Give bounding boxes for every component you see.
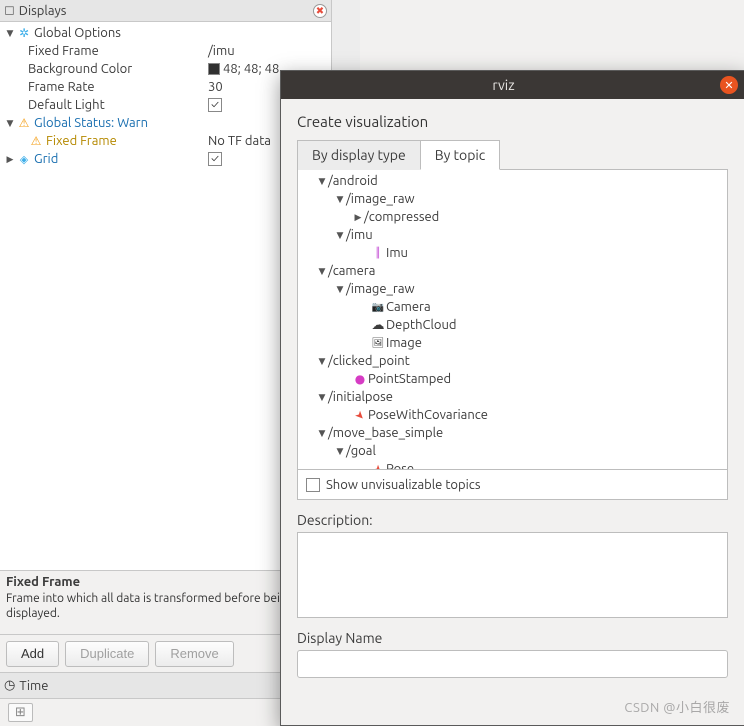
close-icon[interactable]: ✖: [313, 4, 327, 18]
type-pointstamped[interactable]: PointStamped: [368, 372, 451, 386]
chevron-down-icon[interactable]: ▼: [316, 176, 328, 187]
global-status-label: Global Status: Warn: [34, 116, 148, 130]
restore-icon[interactable]: ◻: [4, 3, 15, 18]
displays-titlebar: ◻ Displays ✖: [0, 0, 331, 22]
dialog-titlebar[interactable]: rviz ✕: [281, 71, 744, 99]
grid-label: Grid: [34, 152, 58, 166]
camera-icon: 📷: [370, 301, 386, 313]
chevron-down-icon[interactable]: ▼: [4, 118, 16, 129]
remove-button: Remove: [155, 641, 233, 667]
tab-strip: By display type By topic: [297, 140, 728, 170]
tab-by-display-type[interactable]: By display type: [297, 140, 421, 170]
description-label: Description:: [297, 512, 728, 528]
topic-imu[interactable]: /imu: [346, 228, 373, 242]
chevron-down-icon[interactable]: ▼: [316, 356, 328, 367]
create-visualization-dialog: rviz ✕ Create visualization By display t…: [280, 70, 744, 726]
dialog-heading: Create visualization: [297, 113, 728, 130]
show-unvisualizable-checkbox[interactable]: [306, 478, 320, 492]
depthcloud-icon: ☁: [370, 318, 386, 333]
type-depthcloud[interactable]: DepthCloud: [386, 318, 457, 332]
topic-initialpose[interactable]: /initialpose: [328, 390, 393, 404]
warn-icon: ⚠: [28, 133, 44, 149]
gear-icon: ✲: [16, 25, 32, 41]
chevron-down-icon[interactable]: ▼: [334, 284, 346, 295]
topic-camera[interactable]: /camera: [328, 264, 375, 278]
chevron-down-icon[interactable]: ▼: [316, 392, 328, 403]
show-unvisualizable-row[interactable]: Show unvisualizable topics: [297, 470, 728, 500]
chevron-down-icon[interactable]: ▼: [334, 230, 346, 241]
topic-tree[interactable]: ▼/android ▼/image_raw ▶/compressed ▼/imu…: [297, 170, 728, 470]
chevron-down-icon[interactable]: ▼: [334, 446, 346, 457]
topic-goal[interactable]: /goal: [346, 444, 376, 458]
topic-clicked-point[interactable]: /clicked_point: [328, 354, 410, 368]
frame-rate-label: Frame Rate: [28, 80, 95, 94]
topic-move-base-simple[interactable]: /move_base_simple: [328, 426, 443, 440]
type-camera[interactable]: Camera: [386, 300, 431, 314]
help-body: Frame into which all data is transformed…: [6, 591, 325, 621]
watermark: CSDN @小白很废: [624, 697, 730, 716]
imu-icon: ║: [370, 247, 386, 259]
tab-by-topic[interactable]: By topic: [420, 140, 501, 170]
clock-icon: ◷: [4, 678, 15, 693]
point-icon: ●: [352, 372, 368, 386]
topic-android-image-raw[interactable]: /image_raw: [346, 192, 415, 206]
chevron-down-icon[interactable]: ▼: [334, 194, 346, 205]
type-image[interactable]: Image: [386, 336, 422, 350]
topic-camera-image-raw[interactable]: /image_raw: [346, 282, 415, 296]
bg-color-label: Background Color: [28, 62, 132, 76]
image-icon: 🖼: [370, 337, 386, 349]
description-box: [297, 532, 728, 618]
show-unvisualizable-label: Show unvisualizable topics: [326, 478, 480, 492]
time-label: Time: [19, 679, 48, 693]
display-name-input[interactable]: [297, 650, 728, 678]
default-light-label: Default Light: [28, 98, 105, 112]
add-button[interactable]: Add: [6, 641, 59, 667]
close-icon[interactable]: ✕: [720, 76, 738, 94]
type-imu[interactable]: Imu: [386, 246, 408, 260]
status-fixed-frame-label: Fixed Frame: [46, 134, 117, 148]
fixed-frame-value[interactable]: /imu: [208, 44, 327, 58]
type-posewithcov[interactable]: PoseWithCovariance: [368, 408, 488, 422]
help-title: Fixed Frame: [6, 575, 325, 589]
chevron-right-icon[interactable]: ▶: [4, 154, 16, 165]
warn-icon: ⚠: [16, 115, 32, 131]
duplicate-button: Duplicate: [65, 641, 149, 667]
topic-compressed[interactable]: /compressed: [364, 210, 439, 224]
default-light-checkbox[interactable]: ✓: [208, 98, 222, 112]
chevron-right-icon[interactable]: ▶: [352, 212, 364, 223]
toolbar-icon[interactable]: ⊞: [8, 703, 33, 722]
fixed-frame-row[interactable]: Fixed Frame /imu: [0, 42, 331, 60]
color-swatch-icon: [208, 63, 220, 75]
chevron-down-icon[interactable]: ▼: [316, 266, 328, 277]
dialog-title: rviz: [287, 77, 720, 93]
displays-title: Displays: [19, 4, 313, 18]
global-options-row[interactable]: ▼ ✲ Global Options: [0, 24, 331, 42]
type-pose[interactable]: Pose: [386, 462, 414, 470]
display-name-label: Display Name: [297, 630, 728, 646]
global-options-label: Global Options: [34, 26, 121, 40]
grid-checkbox[interactable]: ✓: [208, 152, 222, 166]
chevron-down-icon[interactable]: ▼: [4, 28, 16, 39]
chevron-down-icon[interactable]: ▼: [316, 428, 328, 439]
grid-icon: ◈: [16, 151, 32, 167]
topic-android[interactable]: /android: [328, 174, 378, 188]
fixed-frame-label: Fixed Frame: [28, 44, 99, 58]
